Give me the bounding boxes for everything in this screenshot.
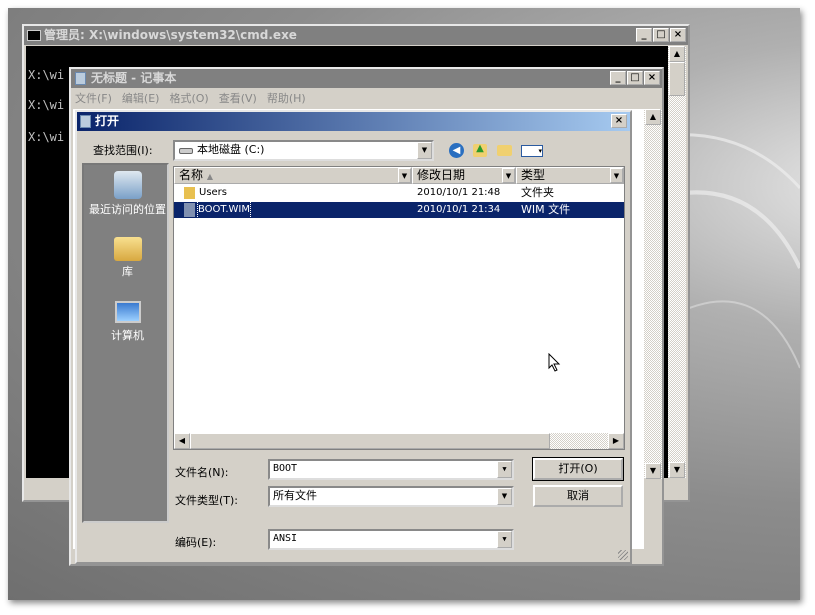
scroll-left-button[interactable]: ◀ (174, 433, 190, 449)
menu-edit[interactable]: 编辑(E) (122, 90, 160, 106)
cmd-title-bar[interactable]: 管理员: X:\windows\system32\cmd.exe _ □ × (24, 26, 688, 45)
back-icon[interactable]: ◀ (449, 143, 464, 158)
place-libraries[interactable]: 库 (84, 237, 171, 279)
scroll-down-button[interactable]: ▼ (669, 462, 685, 478)
notepad-scrollbar[interactable]: ▲ ▼ (644, 109, 662, 479)
recent-places-icon (113, 171, 142, 199)
column-header-type[interactable]: 类型 ▼ (516, 167, 624, 184)
filename-label: 文件名(N): (175, 466, 229, 479)
menu-format[interactable]: 格式(O) (169, 90, 208, 106)
file-row[interactable]: Users 2010/10/1 21:48 文件夹 (174, 185, 624, 201)
new-folder-icon[interactable] (497, 145, 512, 156)
folder-icon (184, 187, 195, 199)
dialog-title-bar[interactable]: 打开 × (77, 112, 630, 131)
chevron-down-icon[interactable]: ▼ (497, 461, 512, 478)
scroll-thumb[interactable] (190, 433, 550, 449)
column-header-date[interactable]: 修改日期 ▼ (412, 167, 516, 184)
menu-bar: 文件(F) 编辑(E) 格式(O) 查看(V) 帮助(H) (75, 90, 306, 106)
filetype-label: 文件类型(T): (175, 494, 239, 507)
horizontal-scrollbar[interactable]: ◀ ▶ (174, 433, 624, 449)
look-in-combo[interactable]: 本地磁盘 (C:) ▼ (173, 140, 434, 161)
dialog-close-button[interactable]: × (611, 114, 627, 128)
maximize-button[interactable]: □ (627, 71, 643, 85)
filetype-select[interactable]: 所有文件 ▼ (268, 486, 514, 507)
mouse-cursor-icon (548, 353, 561, 372)
look-in-value: 本地磁盘 (C:) (197, 143, 265, 156)
notepad-title-bar[interactable]: 无标题 - 记事本 _ □ × (71, 69, 662, 88)
up-folder-icon[interactable]: ▲ (473, 144, 487, 157)
menu-view[interactable]: 查看(V) (219, 90, 257, 106)
computer-icon (114, 301, 141, 323)
dialog-title: 打开 (95, 114, 120, 128)
place-recent[interactable]: 最近访问的位置 (84, 171, 171, 217)
column-header-name[interactable]: 名称 ▲ ▼ (174, 167, 412, 184)
cmd-title: 管理员: X:\windows\system32\cmd.exe (44, 28, 297, 42)
scroll-down-button[interactable]: ▼ (645, 463, 661, 479)
chevron-down-icon[interactable]: ▼ (497, 488, 512, 505)
place-computer[interactable]: 计算机 (84, 301, 171, 343)
scroll-right-button[interactable]: ▶ (608, 433, 624, 449)
look-in-label: 查找范围(I): (93, 144, 153, 157)
maximize-button[interactable]: □ (653, 28, 669, 42)
notepad-icon (75, 72, 86, 85)
menu-file[interactable]: 文件(F) (75, 90, 112, 106)
file-list[interactable]: 名称 ▲ ▼ 修改日期 ▼ 类型 ▼ Users 2010/10/1 21:48 文件… (173, 166, 625, 450)
open-button[interactable]: 打开(O) (532, 457, 624, 481)
minimize-button[interactable]: _ (636, 28, 652, 42)
encoding-label: 编码(E): (175, 536, 217, 549)
scroll-up-button[interactable]: ▲ (645, 109, 661, 125)
file-icon (184, 203, 195, 217)
menu-help[interactable]: 帮助(H) (267, 90, 306, 106)
resize-grip-icon[interactable] (618, 550, 628, 560)
chevron-down-icon[interactable]: ▼ (497, 531, 512, 548)
open-dialog[interactable]: 打开 × 查找范围(I): 本地磁盘 (C:) ▼ ◀ ▲ ▾ 最近访问的位置 … (75, 110, 632, 564)
encoding-select[interactable]: ANSI ▼ (268, 529, 514, 550)
cancel-button[interactable]: 取消 (533, 485, 623, 507)
cmd-icon (27, 30, 41, 41)
file-row-selected[interactable]: BOOT.WIM 2010/10/1 21:34 WIM 文件 (174, 201, 624, 219)
console-line: X:\wi (28, 98, 65, 112)
scroll-up-button[interactable]: ▲ (669, 46, 685, 62)
notepad-icon (80, 115, 91, 128)
notepad-title: 无标题 - 记事本 (91, 71, 177, 85)
libraries-icon (113, 237, 142, 261)
places-bar: 最近访问的位置 库 计算机 (82, 163, 169, 523)
cmd-scrollbar[interactable]: ▲ ▼ (668, 46, 686, 478)
console-line: X:\wi (28, 68, 65, 82)
scroll-thumb[interactable] (669, 62, 685, 96)
drive-icon (179, 148, 193, 154)
console-line: X:\wi (28, 130, 65, 144)
filename-input[interactable]: BOOT ▼ (268, 459, 514, 480)
close-button[interactable]: × (644, 71, 660, 85)
chevron-down-icon[interactable]: ▼ (417, 142, 432, 159)
minimize-button[interactable]: _ (610, 71, 626, 85)
view-menu-icon[interactable]: ▾ (521, 145, 543, 157)
close-button[interactable]: × (670, 28, 686, 42)
